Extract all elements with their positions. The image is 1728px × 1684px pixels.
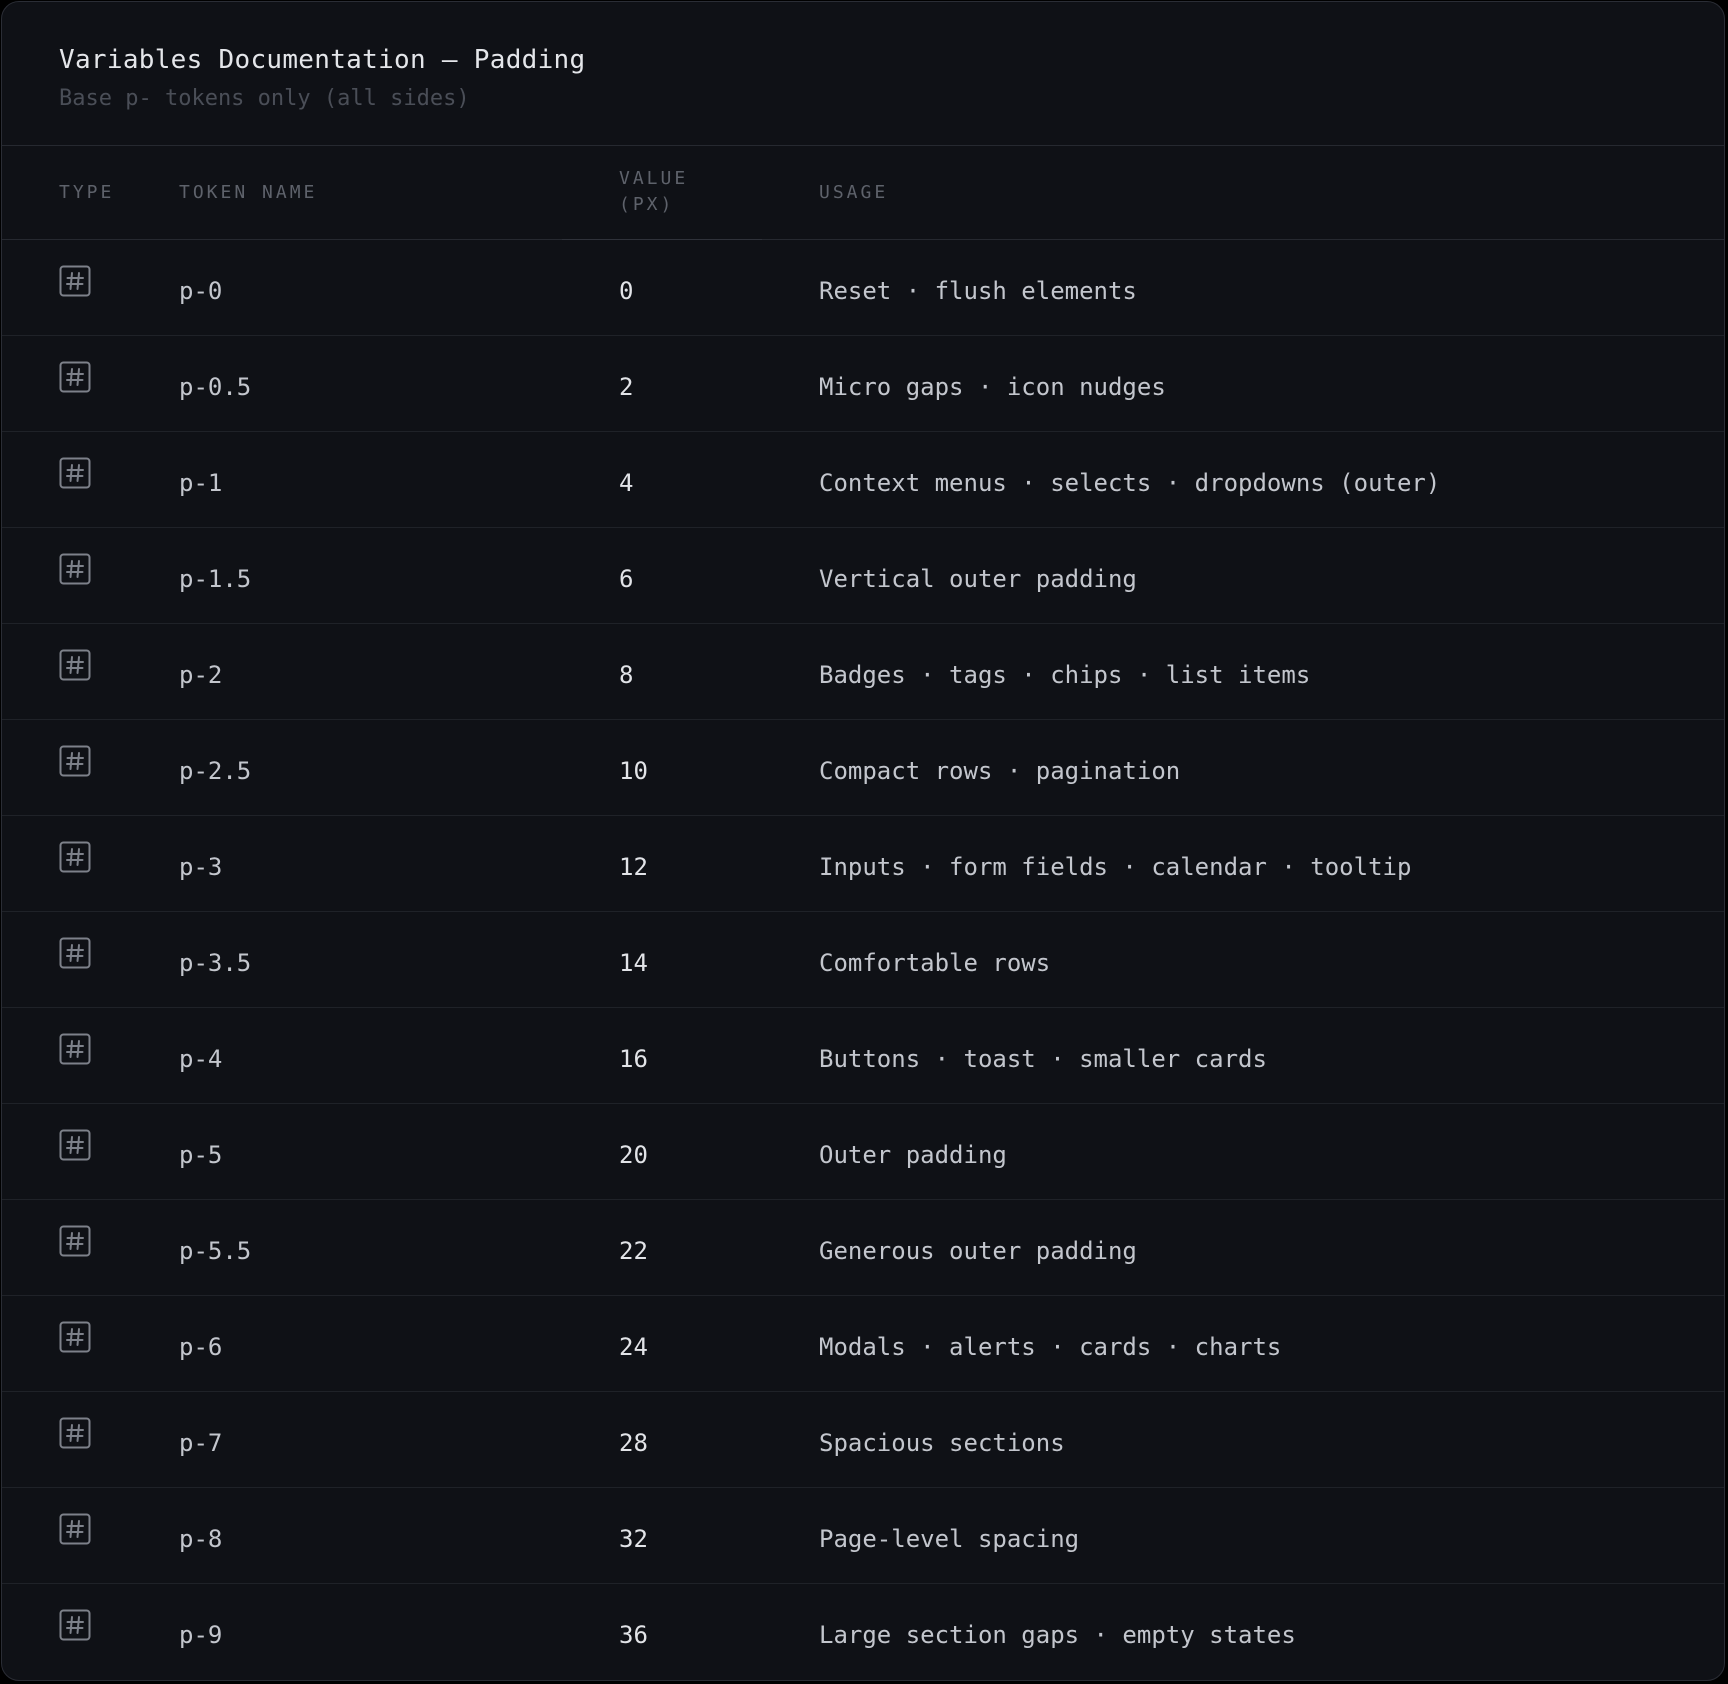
hash-number-icon [59,1129,91,1161]
token-value: 14 [619,949,648,977]
table-row: p-9 36 Large section gaps · empty states [2,1584,1724,1680]
token-name: p-0 [179,277,223,305]
table-row: p-3 12 Inputs · form fields · calendar ·… [2,816,1724,912]
variables-panel: Variables Documentation — Padding Base p… [1,1,1725,1681]
hash-number-icon [59,1225,91,1257]
token-name: p-9 [179,1621,223,1649]
token-value: 20 [619,1141,648,1169]
token-name: p-2 [179,661,223,689]
column-header-usage: USAGE [819,182,889,203]
token-value: 0 [619,277,634,305]
table-row: p-1 4 Context menus · selects · dropdown… [2,432,1724,528]
token-value: 28 [619,1429,648,1457]
hash-number-icon [59,457,91,489]
token-usage: Comfortable rows [819,949,1051,977]
token-usage: Inputs · form fields · calendar · toolti… [819,853,1412,881]
table-row: p-7 28 Spacious sections [2,1392,1724,1488]
page-title: Variables Documentation — Padding [59,45,586,75]
token-name: p-3.5 [179,949,252,977]
hash-number-icon [59,553,91,585]
token-name: p-1.5 [179,565,252,593]
table-row: p-5 20 Outer padding [2,1104,1724,1200]
hash-number-icon [59,265,91,297]
hash-number-icon [59,1033,91,1065]
token-usage: Vertical outer padding [819,565,1137,593]
hash-number-icon [59,1609,91,1641]
token-name: p-4 [179,1045,223,1073]
page-subtitle: Base p- tokens only (all sides) [59,86,470,111]
hash-number-icon [59,1321,91,1353]
token-name: p-6 [179,1333,223,1361]
token-usage: Context menus · selects · dropdowns (out… [819,469,1441,497]
table-row: p-5.5 22 Generous outer padding [2,1200,1724,1296]
token-usage: Reset · flush elements [819,277,1137,305]
column-header-value-line2: (PX) [619,194,675,215]
token-name: p-1 [179,469,223,497]
token-name: p-3 [179,853,223,881]
token-usage: Generous outer padding [819,1237,1137,1265]
column-header-value: VALUE (PX) [619,166,688,218]
table-body: p-0 0 Reset · flush elements p-0.5 2 Mic… [2,240,1724,1680]
token-name: p-8 [179,1525,223,1553]
token-usage: Large section gaps · empty states [819,1621,1296,1649]
token-name: p-0.5 [179,373,252,401]
token-value: 22 [619,1237,648,1265]
token-usage: Page-level spacing [819,1525,1080,1553]
table-header: TYPE TOKEN NAME VALUE (PX) USAGE [2,146,1724,240]
token-value: 32 [619,1525,648,1553]
token-value: 6 [619,565,634,593]
token-usage: Outer padding [819,1141,1007,1169]
token-usage: Spacious sections [819,1429,1065,1457]
token-name: p-5 [179,1141,223,1169]
hash-number-icon [59,1513,91,1545]
token-usage: Badges · tags · chips · list items [819,661,1311,689]
token-value: 24 [619,1333,648,1361]
hash-number-icon [59,361,91,393]
hash-number-icon [59,745,91,777]
token-value: 8 [619,661,634,689]
token-value: 4 [619,469,634,497]
table-row: p-0.5 2 Micro gaps · icon nudges [2,336,1724,432]
hash-number-icon [59,841,91,873]
hash-number-icon [59,649,91,681]
hash-number-icon [59,937,91,969]
token-value: 12 [619,853,648,881]
column-header-value-line1: VALUE [619,168,689,189]
table-row: p-6 24 Modals · alerts · cards · charts [2,1296,1724,1392]
token-usage: Buttons · toast · smaller cards [819,1045,1267,1073]
table-row: p-8 32 Page-level spacing [2,1488,1724,1584]
token-value: 36 [619,1621,648,1649]
table-row: p-4 16 Buttons · toast · smaller cards [2,1008,1724,1104]
token-value: 10 [619,757,648,785]
table-row: p-1.5 6 Vertical outer padding [2,528,1724,624]
token-value: 16 [619,1045,648,1073]
token-name: p-2.5 [179,757,252,785]
token-usage: Modals · alerts · cards · charts [819,1333,1282,1361]
panel-header: Variables Documentation — Padding Base p… [2,2,1724,146]
token-value: 2 [619,373,634,401]
table-row: p-3.5 14 Comfortable rows [2,912,1724,1008]
table-row: p-2.5 10 Compact rows · pagination [2,720,1724,816]
token-name: p-5.5 [179,1237,252,1265]
hash-number-icon [59,1417,91,1449]
token-usage: Compact rows · pagination [819,757,1181,785]
column-header-type: TYPE [59,182,115,203]
table-row: p-0 0 Reset · flush elements [2,240,1724,336]
token-usage: Micro gaps · icon nudges [819,373,1166,401]
table-row: p-2 8 Badges · tags · chips · list items [2,624,1724,720]
column-header-token-name: TOKEN NAME [179,182,318,203]
token-name: p-7 [179,1429,223,1457]
